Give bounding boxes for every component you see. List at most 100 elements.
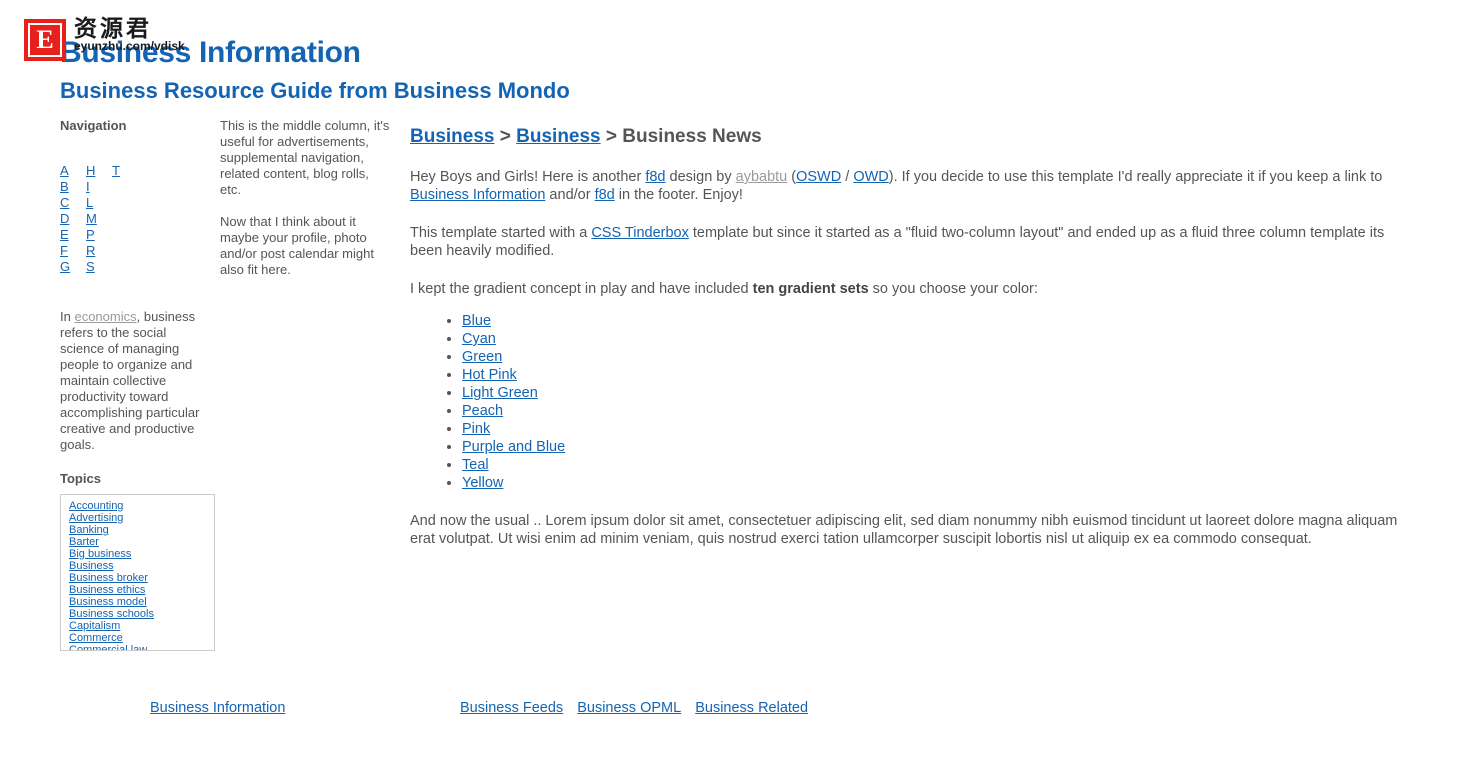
page-subtitle: Business Resource Guide from Business Mo…	[60, 78, 570, 103]
footer-link-business-related[interactable]: Business Related	[695, 700, 808, 716]
intro-paragraph: Hey Boys and Girls! Here is another f8d …	[410, 168, 1410, 204]
nav-letter-a[interactable]: A	[60, 163, 86, 179]
footer-link-business-opml[interactable]: Business OPML	[577, 700, 681, 716]
footer-link-business-information[interactable]: Business Information	[150, 700, 285, 716]
page-header: Business Information Business Resource G…	[0, 0, 1470, 118]
list-item: Yellow	[462, 474, 1410, 492]
lorem-paragraph: And now the usual .. Lorem ipsum dolor s…	[410, 513, 1398, 547]
footer-left-group: Business Information	[150, 700, 285, 716]
f8d-link-2[interactable]: f8d	[595, 187, 615, 203]
nav-letter-e[interactable]: E	[60, 227, 86, 243]
list-item: Purple and Blue	[462, 438, 1410, 456]
breadcrumb-current: Business News	[622, 126, 762, 147]
breadcrumb-link-1[interactable]: Business	[410, 126, 494, 147]
nav-letter-column-3: T	[112, 163, 138, 275]
intro-text-3: (	[787, 169, 797, 185]
intro-text-1: Hey Boys and Girls! Here is another	[410, 169, 646, 185]
owd-link[interactable]: OWD	[853, 169, 888, 185]
nav-letter-h[interactable]: H	[86, 163, 112, 179]
nav-letter-b[interactable]: B	[60, 179, 86, 195]
list-item: Blue	[462, 312, 1410, 330]
blurb-rest: , business refers to the social science …	[60, 309, 200, 452]
footer-link-business-feeds[interactable]: Business Feeds	[460, 700, 563, 716]
business-information-link[interactable]: Business Information	[410, 187, 545, 203]
list-item: Cyan	[462, 330, 1410, 348]
topic-link[interactable]: Accounting	[69, 500, 214, 512]
topic-link[interactable]: Business schools	[69, 608, 214, 620]
navigation-letter-index: A B C D E F G H I L M P R S T	[60, 163, 212, 275]
gradient-note-paragraph: I kept the gradient concept in play and …	[410, 280, 1410, 298]
intro-text-5: ). If you decide to use this template I'…	[888, 169, 1383, 185]
topic-link[interactable]: Big business	[69, 548, 214, 560]
gradient-link-cyan[interactable]: Cyan	[462, 331, 496, 347]
topic-link[interactable]: Business model	[69, 596, 214, 608]
nav-letter-s[interactable]: S	[86, 259, 112, 275]
list-item: Green	[462, 348, 1410, 366]
topics-heading: Topics	[60, 471, 101, 486]
list-item: Teal	[462, 456, 1410, 474]
footer-right-group: Business Feeds Business OPML Business Re…	[460, 700, 818, 716]
f8d-link-1[interactable]: f8d	[645, 169, 665, 185]
topic-link[interactable]: Business	[69, 560, 214, 572]
topic-link[interactable]: Capitalism	[69, 620, 214, 632]
intro-text-6: and/or	[545, 187, 595, 203]
intro-text-7: in the footer. Enjoy!	[614, 187, 743, 203]
navigation-heading: Navigation	[60, 118, 127, 133]
site-title: Business Information	[60, 36, 361, 69]
nav-letter-d[interactable]: D	[60, 211, 86, 227]
list-item: Hot Pink	[462, 366, 1410, 384]
main-content: Business > Business > Business News Hey …	[410, 118, 1410, 548]
template-note-text-1: This template started with a	[410, 225, 592, 241]
topic-link[interactable]: Commerce	[69, 632, 214, 644]
gradient-link-pink[interactable]: Pink	[462, 421, 490, 437]
gradient-link-teal[interactable]: Teal	[462, 457, 489, 473]
list-item: Light Green	[462, 384, 1410, 402]
topic-link[interactable]: Business broker	[69, 572, 214, 584]
aybabtu-link[interactable]: aybabtu	[736, 169, 788, 185]
list-item: Peach	[462, 402, 1410, 420]
topic-link[interactable]: Commercial law	[69, 644, 214, 650]
nav-letter-p[interactable]: P	[86, 227, 112, 243]
breadcrumb-link-2[interactable]: Business	[516, 126, 600, 147]
left-sidebar: Navigation A B C D E F G H I L M P R S T…	[60, 118, 215, 651]
nav-letter-column-1: A B C D E F G	[60, 163, 86, 275]
nav-letter-column-2: H I L M P R S	[86, 163, 112, 275]
gradient-note-text-2: so you choose your color:	[868, 281, 1038, 297]
template-note-paragraph: This template started with a CSS Tinderb…	[410, 224, 1410, 260]
gradient-link-peach[interactable]: Peach	[462, 403, 503, 419]
intro-text-4: /	[841, 169, 854, 185]
nav-letter-l[interactable]: L	[86, 195, 112, 211]
topic-link[interactable]: Barter	[69, 536, 214, 548]
breadcrumb-separator-1: >	[494, 126, 517, 147]
nav-letter-t[interactable]: T	[112, 163, 138, 179]
blurb-prefix: In	[60, 309, 75, 324]
gradient-note-text-1: I kept the gradient concept in play and …	[410, 281, 753, 297]
css-tinderbox-link[interactable]: CSS Tinderbox	[591, 225, 689, 241]
gradient-link-light-green[interactable]: Light Green	[462, 385, 538, 401]
gradient-link-hot-pink[interactable]: Hot Pink	[462, 367, 517, 383]
nav-letter-i[interactable]: I	[86, 179, 112, 195]
gradient-set-list: Blue Cyan Green Hot Pink Light Green Pea…	[410, 312, 1410, 492]
list-item: Pink	[462, 420, 1410, 438]
gradient-note-bold: ten gradient sets	[752, 281, 869, 297]
oswd-link[interactable]: OSWD	[796, 169, 841, 185]
middle-column: This is the middle column, it's useful f…	[220, 118, 392, 294]
breadcrumb: Business > Business > Business News	[410, 126, 1410, 148]
topic-link[interactable]: Banking	[69, 524, 214, 536]
nav-letter-g[interactable]: G	[60, 259, 86, 275]
topic-link[interactable]: Advertising	[69, 512, 214, 524]
watermark-badge-letter: E	[28, 23, 62, 57]
topic-link[interactable]: Business ethics	[69, 584, 214, 596]
nav-letter-f[interactable]: F	[60, 243, 86, 259]
gradient-link-green[interactable]: Green	[462, 349, 502, 365]
gradient-link-blue[interactable]: Blue	[462, 313, 491, 329]
gradient-link-yellow[interactable]: Yellow	[462, 475, 503, 491]
middle-paragraph-1: This is the middle column, it's useful f…	[220, 118, 390, 197]
nav-letter-m[interactable]: M	[86, 211, 112, 227]
nav-letter-r[interactable]: R	[86, 243, 112, 259]
nav-letter-c[interactable]: C	[60, 195, 86, 211]
sidebar-description: In economics, business refers to the soc…	[60, 309, 212, 453]
economics-link[interactable]: economics	[74, 309, 136, 324]
topics-list-box[interactable]: Accounting Advertising Banking Barter Bi…	[60, 494, 215, 651]
gradient-link-purple-and-blue[interactable]: Purple and Blue	[462, 439, 565, 455]
